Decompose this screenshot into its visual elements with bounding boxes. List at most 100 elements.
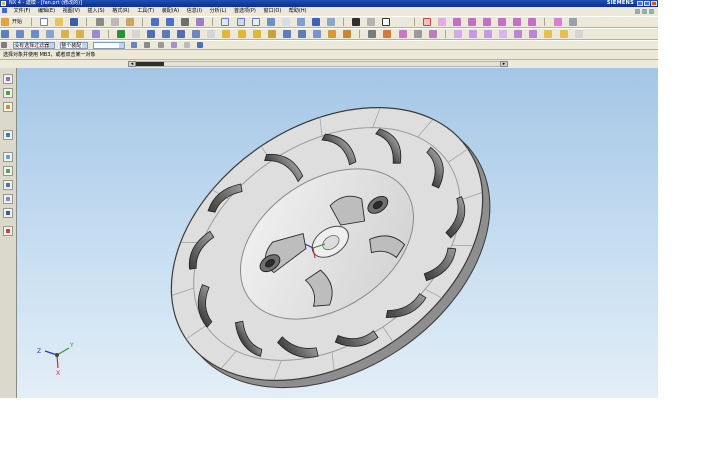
menu-view[interactable]: 视图(V) [60, 7, 83, 16]
redo-icon[interactable] [166, 18, 175, 26]
datum-csys-icon[interactable] [46, 30, 55, 38]
zoom-icon[interactable] [236, 18, 245, 26]
deselect-icon[interactable] [157, 42, 164, 48]
snap-intersection-icon[interactable] [513, 18, 522, 26]
cut-icon[interactable] [95, 18, 104, 26]
select-face-icon[interactable] [183, 42, 190, 48]
start-icon[interactable] [1, 18, 9, 26]
sketch-icon[interactable] [1, 30, 9, 38]
menu-help[interactable]: 帮助(H) [286, 7, 310, 16]
wireframe-icon[interactable] [327, 18, 336, 26]
scroll-right-arrow[interactable]: ▸ [500, 61, 508, 67]
circle-icon[interactable] [398, 30, 407, 38]
new-file-icon[interactable] [40, 18, 49, 26]
reuse-library-tab[interactable] [3, 102, 13, 112]
datum-plane-icon[interactable] [16, 30, 25, 38]
hole-icon[interactable] [116, 30, 125, 38]
pad-icon[interactable] [177, 30, 186, 38]
edge-blend-icon[interactable] [282, 30, 291, 38]
shell-icon[interactable] [312, 30, 321, 38]
boss-icon[interactable] [146, 30, 155, 38]
doc-restore-button[interactable] [642, 9, 647, 14]
snap-all-icon[interactable] [553, 18, 562, 26]
system-scenes-tab[interactable] [3, 208, 13, 218]
snap-options-icon[interactable] [568, 18, 577, 26]
line-icon[interactable] [368, 30, 377, 38]
dropdown-icon[interactable] [397, 18, 406, 26]
datum-axis-icon[interactable] [31, 30, 40, 38]
spline-icon[interactable] [428, 30, 437, 38]
doc-close-button[interactable] [649, 9, 654, 14]
revolve-icon[interactable] [76, 30, 85, 38]
menu-file[interactable]: 文件(F) [11, 7, 34, 16]
snap-quadrant-icon[interactable] [498, 18, 507, 26]
slot-icon[interactable] [192, 30, 201, 38]
save-icon[interactable] [70, 18, 79, 26]
fan-impeller-model[interactable]: Y Z X [17, 68, 658, 398]
part-navigator-tab[interactable] [3, 88, 13, 98]
sweep-icon[interactable] [91, 30, 100, 38]
dropdown-icon[interactable] [131, 30, 140, 38]
through-mesh-icon[interactable] [484, 30, 493, 38]
frame-icon[interactable] [382, 18, 391, 26]
mirror-icon[interactable] [343, 30, 352, 38]
snap-center-icon[interactable] [483, 18, 492, 26]
menu-preferences[interactable]: 首选项(P) [231, 7, 259, 16]
unite-icon[interactable] [222, 30, 231, 38]
orient-view-icon[interactable] [281, 18, 290, 26]
app-menu-icon[interactable] [2, 8, 7, 13]
selection-icon[interactable] [422, 18, 431, 26]
sew-icon[interactable] [529, 30, 538, 38]
assembly-navigator-tab[interactable] [3, 74, 13, 84]
chamfer-icon[interactable] [297, 30, 306, 38]
select-arrow-icon[interactable] [181, 18, 190, 26]
menu-assemblies[interactable]: 装配(A) [159, 7, 182, 16]
undo-icon[interactable] [150, 18, 159, 26]
type-filter-dropdown[interactable] [93, 42, 126, 49]
bounded-plane-icon[interactable] [499, 30, 508, 38]
snap-endpoint-icon[interactable] [452, 18, 461, 26]
assembly-scope-dropdown[interactable]: 整个装配 [60, 42, 89, 49]
minimize-button[interactable] [637, 1, 643, 6]
point-icon[interactable] [413, 30, 422, 38]
start-button-label[interactable]: 开始 [12, 17, 22, 27]
snap-existing-point-icon[interactable] [528, 18, 537, 26]
snap-midpoint-icon[interactable] [468, 18, 477, 26]
subtract-icon[interactable] [237, 30, 246, 38]
select-feature-icon[interactable] [170, 42, 177, 48]
menu-format[interactable]: 格式(R) [109, 7, 132, 16]
scroll-thumb[interactable] [136, 62, 164, 66]
history-tab[interactable] [3, 152, 13, 162]
menu-analysis[interactable]: 分析(L) [207, 7, 230, 16]
roles-tab[interactable] [3, 194, 13, 204]
copy-icon[interactable] [110, 18, 119, 26]
scroll-track[interactable] [128, 61, 508, 67]
doc-minimize-button[interactable] [635, 9, 640, 14]
surface-icon[interactable] [453, 30, 462, 38]
snap-point-icon[interactable] [437, 18, 446, 26]
trim-body-icon[interactable] [267, 30, 276, 38]
offset-surface-icon[interactable] [514, 30, 523, 38]
thicken-icon[interactable] [544, 30, 553, 38]
repeat-command-icon[interactable] [196, 18, 205, 26]
web-browser-tab[interactable] [3, 130, 13, 140]
extrude-icon[interactable] [61, 30, 70, 38]
scroll-left-arrow[interactable]: ◂ [128, 61, 136, 67]
maximize-button[interactable] [644, 1, 650, 6]
intersect-icon[interactable] [252, 30, 261, 38]
dropdown-icon[interactable] [574, 30, 583, 38]
shaded-icon[interactable] [311, 18, 320, 26]
selection-filter-dropdown[interactable]: 没有选择过滤器 [13, 42, 56, 49]
close-button[interactable] [651, 1, 657, 6]
graphics-window[interactable]: Y Z X [17, 68, 658, 398]
menu-window[interactable]: 窗口(O) [260, 7, 284, 16]
through-curves-icon[interactable] [469, 30, 477, 38]
paste-icon[interactable] [125, 18, 134, 26]
palette-tab[interactable] [3, 226, 13, 236]
pocket-icon[interactable] [162, 30, 171, 38]
extract-icon[interactable] [559, 30, 568, 38]
layer-icon[interactable] [352, 18, 361, 26]
quick-pick-icon[interactable] [196, 42, 203, 48]
menu-edit[interactable]: 编辑(E) [35, 7, 58, 16]
instance-icon[interactable] [328, 30, 337, 38]
